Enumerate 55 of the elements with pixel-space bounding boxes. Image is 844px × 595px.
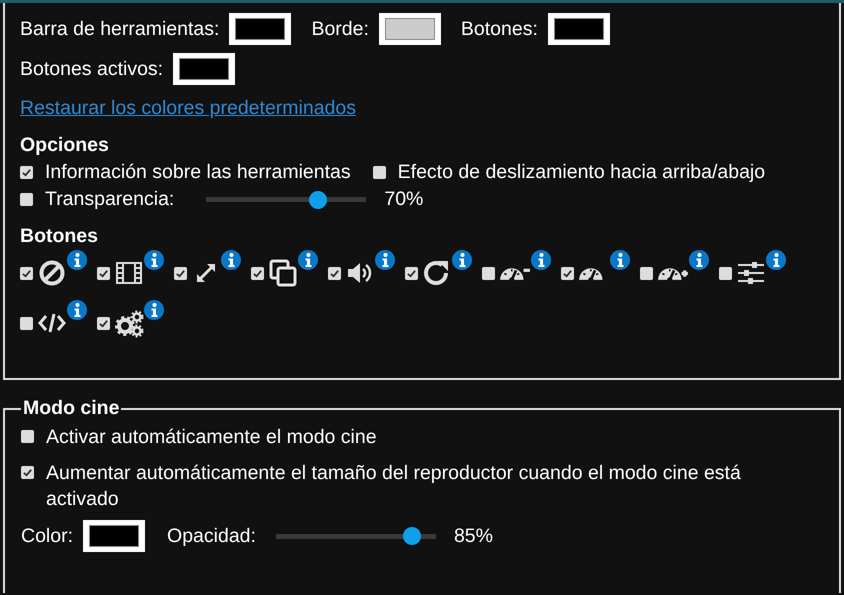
info-icon[interactable] xyxy=(67,250,87,270)
gears-icon xyxy=(114,308,144,338)
info-icon[interactable] xyxy=(144,300,164,320)
checkbox[interactable] xyxy=(372,166,386,179)
checkbox[interactable] xyxy=(97,316,110,330)
checkbox[interactable] xyxy=(328,266,341,280)
color-picker[interactable] xyxy=(83,520,146,552)
color-picker[interactable] xyxy=(229,13,292,45)
option-label: Información sobre las herramientas xyxy=(45,161,351,184)
slider-value: 70% xyxy=(384,188,424,211)
info-icon[interactable] xyxy=(766,250,786,270)
checkbox[interactable] xyxy=(719,266,732,280)
info-icon[interactable] xyxy=(375,250,395,270)
color-label: Botones activos: xyxy=(20,58,164,80)
ban-icon xyxy=(37,258,67,288)
option-label: Transparencia: xyxy=(45,188,174,211)
slider-label: Opacidad: xyxy=(167,524,256,548)
color-picker[interactable] xyxy=(173,53,236,85)
info-icon[interactable] xyxy=(689,250,709,270)
info-icon[interactable] xyxy=(67,300,87,320)
checkbox[interactable] xyxy=(251,266,264,280)
slider-thumb[interactable] xyxy=(402,527,421,545)
info-icon[interactable] xyxy=(610,250,630,270)
checkbox[interactable] xyxy=(20,193,33,206)
checkbox[interactable] xyxy=(640,266,653,280)
color-label: Botones: xyxy=(460,18,538,40)
info-icon[interactable] xyxy=(144,250,164,270)
restore-link[interactable]: Restaurar los colores predeterminados xyxy=(20,97,356,120)
color-picker[interactable] xyxy=(548,13,610,45)
checkbox[interactable] xyxy=(97,266,110,280)
info-icon[interactable] xyxy=(452,250,472,270)
checkbox[interactable] xyxy=(21,466,34,479)
info-icon[interactable] xyxy=(298,250,318,270)
checkbox[interactable] xyxy=(561,266,574,280)
color-label: Barra de herramientas: xyxy=(20,18,220,40)
info-icon[interactable] xyxy=(531,250,551,270)
checkbox[interactable] xyxy=(482,266,495,280)
option-label: Activar automáticamente el modo cine xyxy=(46,425,377,450)
section-heading: Opciones xyxy=(20,134,110,157)
color-label: Borde: xyxy=(311,18,369,40)
color-label: Color: xyxy=(21,524,74,548)
section-heading: Botones xyxy=(20,225,99,248)
checkbox[interactable] xyxy=(20,316,33,330)
option-label: Aumentar automáticamente el tamaño del reproductor cuando el modo cine está activado xyxy=(46,461,742,512)
checkbox[interactable] xyxy=(20,266,33,280)
checkbox[interactable] xyxy=(21,430,34,443)
slider-thumb[interactable] xyxy=(309,190,328,208)
color-picker[interactable] xyxy=(378,13,441,45)
option-label: Efecto de deslizamiento hacia arriba/abajo xyxy=(398,161,766,184)
info-icon[interactable] xyxy=(221,250,241,270)
checkbox[interactable] xyxy=(20,166,33,179)
copy-icon xyxy=(268,258,298,288)
checkbox[interactable] xyxy=(405,266,418,280)
checkbox[interactable] xyxy=(174,266,187,280)
slider-value: 85% xyxy=(454,524,493,548)
